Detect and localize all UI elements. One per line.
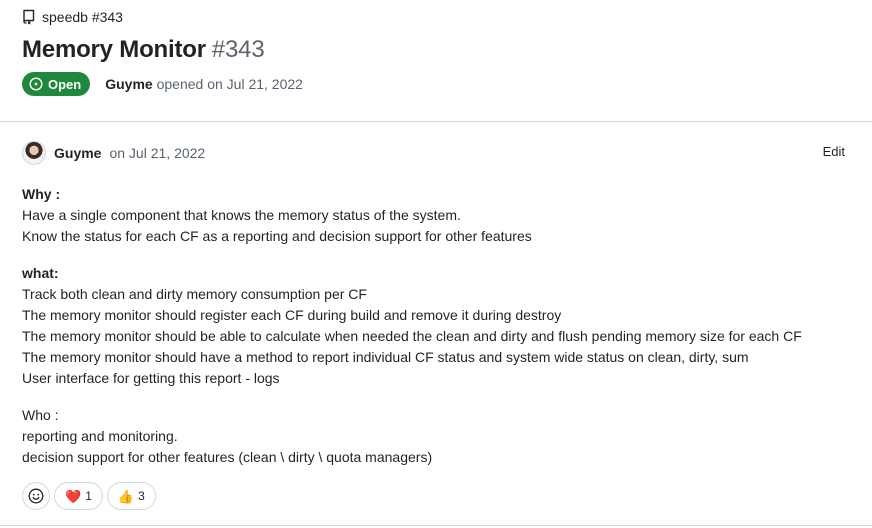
heart-icon: ❤️ (65, 488, 82, 504)
page-title: Memory Monitor #343 (22, 36, 265, 64)
comment-line: The memory monitor should have a method … (22, 349, 749, 365)
comment-line: Have a single component that knows the m… (22, 207, 461, 223)
comment-line: User interface for getting this report -… (22, 370, 280, 386)
avatar[interactable] (22, 141, 46, 165)
issue-number: #343 (211, 36, 265, 63)
comment-body: Why : Have a single component that knows… (22, 184, 852, 468)
header-divider (0, 121, 872, 122)
repo-label: speedb #343 (42, 9, 123, 25)
comment-author-link[interactable]: Guyme (54, 145, 101, 161)
reaction-count: 1 (85, 489, 92, 503)
issue-opened-text: opened on Jul 21, 2022 (156, 76, 303, 92)
edit-button[interactable]: Edit (823, 144, 845, 159)
comment-line: The memory monitor should be able to cal… (22, 328, 802, 344)
thumbs-up-icon: 👍 (117, 488, 135, 504)
issue-author-link[interactable]: Guyme (105, 76, 152, 92)
status-badge: Open (22, 72, 91, 96)
status-label: Open (48, 76, 82, 92)
issue-state-row: Open Guyme opened on Jul 21, 2022 (22, 72, 303, 96)
comment-line: Why : (22, 186, 61, 202)
reaction-heart-button[interactable]: ❤️ 1 (54, 482, 103, 510)
comment-line: Know the status for each CF as a reporti… (22, 228, 532, 244)
issue-meta: Guyme opened on Jul 21, 2022 (105, 76, 303, 92)
reaction-thumbs-up-button[interactable]: 👍 3 (106, 482, 156, 510)
repo-icon (23, 9, 35, 25)
repo-breadcrumb[interactable]: speedb #343 (22, 8, 123, 26)
comment-line: Who : (22, 407, 59, 423)
comment-line: decision support for other features (cle… (22, 449, 433, 465)
comment-header: Guyme on Jul 21, 2022 (22, 140, 205, 166)
reactions-bar: ❤️ 1 👍 3 (22, 482, 156, 510)
add-reaction-button[interactable] (22, 482, 50, 510)
reaction-count: 3 (138, 489, 145, 503)
issue-title: Memory Monitor (22, 36, 206, 63)
comment-line: The memory monitor should register each … (22, 307, 562, 323)
comment-line: reporting and monitoring. (22, 428, 178, 444)
comment-timestamp[interactable]: on Jul 21, 2022 (109, 145, 205, 161)
issue-open-icon (29, 77, 43, 91)
comment-line: what: (22, 265, 59, 281)
comment-line: Track both clean and dirty memory consum… (22, 286, 367, 302)
footer-divider (0, 525, 872, 526)
smiley-icon (28, 488, 44, 504)
